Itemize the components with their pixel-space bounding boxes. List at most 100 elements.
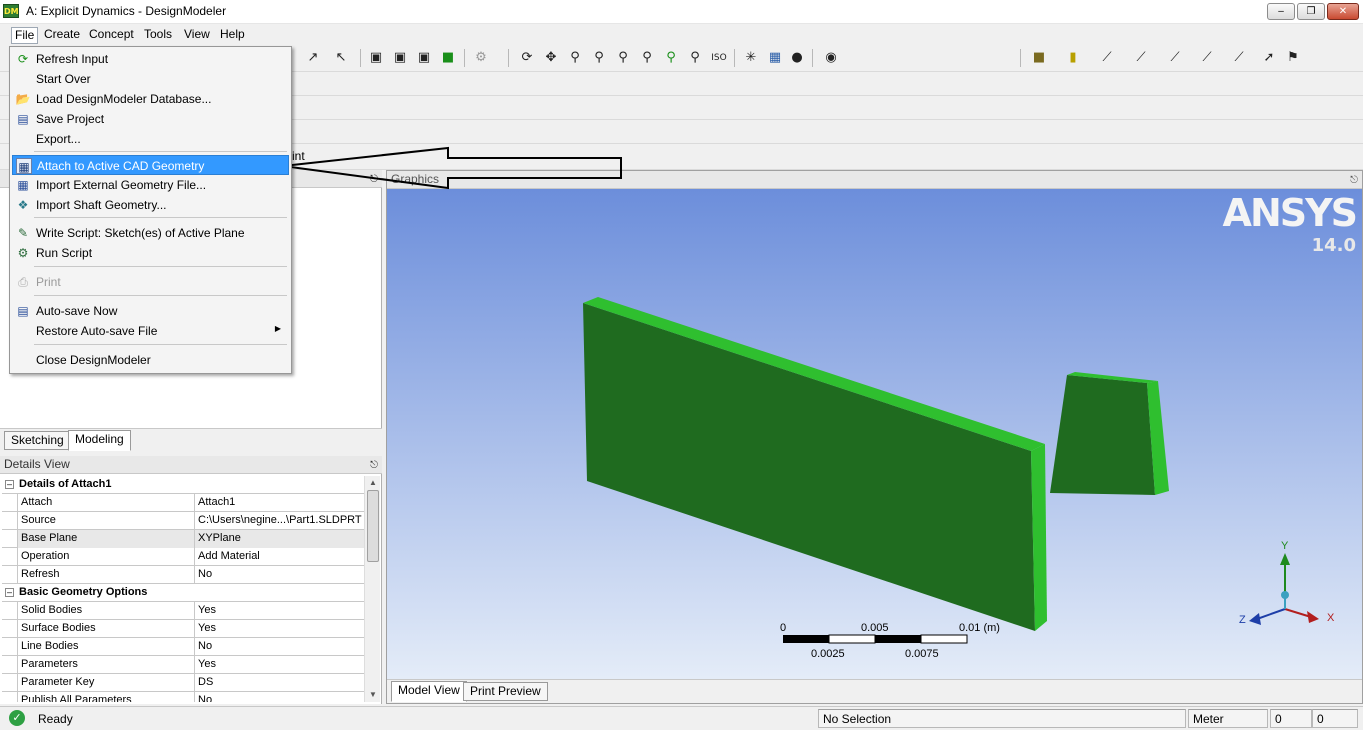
x-axis-label: X [1327,612,1335,624]
scale-bar-segment [920,634,968,644]
tab-sketching[interactable]: Sketching [4,431,71,450]
details-value[interactable]: Yes [194,620,364,638]
details-row[interactable]: Operation Add Material [2,548,364,566]
details-row[interactable]: Surface Bodies Yes [2,620,364,638]
display-model-icon[interactable]: ▦ [766,49,784,67]
details-value[interactable]: No [194,566,364,584]
select-point-icon[interactable]: ▣ [367,49,385,67]
pin-tool-icon[interactable]: ➚ [1260,49,1278,67]
details-row[interactable]: Source C:\Users\negine...\Part1.SLDPRT [2,512,364,530]
ruler-icon[interactable]: ◉ [822,49,840,67]
close-window-button[interactable]: ✕ [1327,3,1359,20]
dimension-horizontal-icon[interactable]: ⟋ [1132,49,1150,67]
details-value[interactable]: Yes [194,602,364,620]
menu-item-write-script[interactable]: ✎ Write Script: Sketch(es) of Active Pla… [12,223,289,243]
toolbar-partial-label: int [292,149,305,163]
details-group-label: Details of Attach1 [19,478,112,490]
details-value[interactable]: Yes [194,656,364,674]
dimension-angle-icon[interactable]: ⟋ [1230,49,1248,67]
zoom-fit-icon[interactable]: ⚲ [614,49,632,67]
scale-bar-segment [783,635,829,643]
pan-icon[interactable]: ✥ [542,49,560,67]
scroll-down-icon[interactable]: ▼ [365,688,381,702]
details-value[interactable]: XYPlane [194,530,364,548]
units-status[interactable]: Meter [1188,709,1268,728]
menu-item-save-project[interactable]: ▤ Save Project [12,109,289,129]
rotate-icon[interactable]: ⟳ [518,49,536,67]
dimension-radius-icon[interactable]: ⟋ [1198,49,1216,67]
minimize-button[interactable]: – [1267,3,1295,20]
menu-item-refresh-input[interactable]: ⟳ Refresh Input [12,49,289,69]
details-row[interactable]: Base Plane XYPlane [2,530,364,548]
select-edge-icon[interactable]: ▣ [391,49,409,67]
scroll-thumb[interactable] [367,490,379,562]
pin-icon[interactable]: ⎋ [1350,172,1358,189]
slice-icon[interactable]: ▮ [1064,49,1082,67]
menu-item-attach-cad-geometry[interactable]: ▦ Attach to Active CAD Geometry [12,155,289,175]
menu-item-start-over[interactable]: Start Over [12,69,289,89]
select-mode-icon[interactable]: ↗ [304,49,322,67]
collapse-icon[interactable]: – [5,480,14,489]
triad-icon[interactable]: ✳ [742,49,760,67]
pin-icon[interactable]: ⎋ [370,457,378,474]
menu-concept[interactable]: Concept [86,27,137,44]
menu-create[interactable]: Create [41,27,83,44]
dimension-icon[interactable]: ⟋ [1098,49,1116,67]
menu-item-auto-save-now[interactable]: ▤ Auto-save Now [12,301,289,321]
iso-view-icon[interactable]: ISO [710,49,728,67]
menu-file[interactable]: File [11,27,39,44]
details-row[interactable]: Publish All Parameters No [2,692,364,702]
details-row[interactable]: Attach Attach1 [2,494,364,512]
select-face-icon[interactable]: ▣ [415,49,433,67]
named-selection-icon[interactable]: ■ [1030,49,1048,67]
pin-icon[interactable]: ⎋ [370,171,378,188]
menu-help[interactable]: Help [217,27,248,44]
menu-separator [34,344,287,345]
display-point-icon[interactable]: ● [788,49,806,67]
scroll-up-icon[interactable]: ▲ [365,476,381,490]
maximize-button[interactable]: ❐ [1297,3,1325,20]
selection-filter-icon[interactable]: ↖ [332,49,350,67]
magnifier-icon[interactable]: ⚲ [686,49,704,67]
details-group-row[interactable]: – Basic Geometry Options [2,584,364,602]
zoom-window-icon[interactable]: ⚲ [638,49,656,67]
details-row[interactable]: Refresh No [2,566,364,584]
menu-item-export[interactable]: Export... [12,129,289,149]
3d-viewport[interactable]: ANSYS 14.0 0 0.005 0.01 (m) 0.0025 0.007… [387,189,1362,679]
graphics-tabs: Model View Print Preview [387,679,1362,703]
details-row[interactable]: Parameter Key DS [2,674,364,692]
zoom-icon[interactable]: ⚲ [566,49,584,67]
details-scrollbar[interactable]: ▲ ▼ [364,476,380,702]
details-row[interactable]: Line Bodies No [2,638,364,656]
tab-print-preview[interactable]: Print Preview [463,682,548,701]
flag-tool-icon[interactable]: ⚑ [1284,49,1302,67]
menu-tools[interactable]: Tools [141,27,175,44]
zoom-to-fit-icon[interactable]: ⚲ [662,49,680,67]
tab-modeling[interactable]: Modeling [68,430,131,451]
menu-item-run-script[interactable]: ⚙ Run Script [12,243,289,263]
menu-item-print[interactable]: ⎙ Print [12,272,289,292]
menu-item-import-external-geometry[interactable]: ▦ Import External Geometry File... [12,175,289,195]
dimension-vertical-icon[interactable]: ⟋ [1166,49,1184,67]
details-row[interactable]: Solid Bodies Yes [2,602,364,620]
menu-item-close-designmodeler[interactable]: Close DesignModeler [12,350,289,370]
extend-selection-icon[interactable]: ⚙ [472,49,490,67]
collapse-icon[interactable]: – [5,588,14,597]
details-value[interactable]: C:\Users\negine...\Part1.SLDPRT [194,512,364,530]
box-zoom-icon[interactable]: ⚲ [590,49,608,67]
details-value[interactable]: Add Material [194,548,364,566]
menu-view[interactable]: View [181,27,213,44]
coord-status-1: 0 [1270,709,1312,728]
details-value[interactable]: No [194,692,364,702]
menu-item-restore-auto-save[interactable]: Restore Auto-save File ▶ [12,321,289,341]
details-row[interactable]: Parameters Yes [2,656,364,674]
select-body-icon[interactable]: ■ [439,49,457,67]
tab-model-view[interactable]: Model View [391,681,467,702]
details-value[interactable]: No [194,638,364,656]
menu-item-load-database[interactable]: 📂 Load DesignModeler Database... [12,89,289,109]
menu-item-import-shaft-geometry[interactable]: ❖ Import Shaft Geometry... [12,195,289,215]
details-value[interactable]: DS [194,674,364,692]
details-value[interactable]: Attach1 [194,494,364,512]
status-bar: ✓ Ready No Selection Meter 0 0 [0,706,1363,730]
details-group-row[interactable]: – Details of Attach1 [2,476,364,494]
